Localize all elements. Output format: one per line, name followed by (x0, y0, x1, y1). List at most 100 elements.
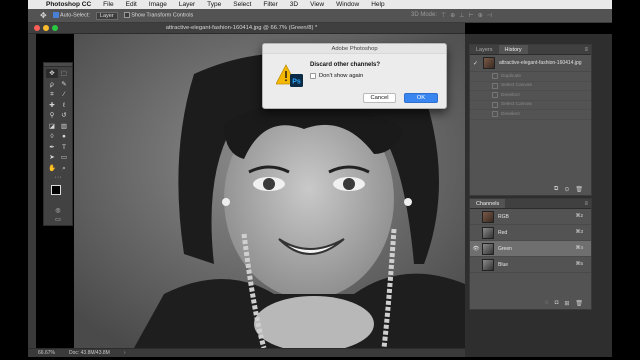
history-brush-tool-icon[interactable]: ↺ (58, 111, 70, 120)
clone-stamp-tool-icon[interactable]: ⚲ (46, 111, 58, 120)
tab-layers[interactable]: Layers (470, 45, 499, 54)
zoom-level[interactable]: 66.67% (38, 350, 55, 356)
align-left-icon[interactable]: ⊢ (469, 12, 474, 19)
pen-tool-icon[interactable]: ✒ (46, 143, 58, 152)
channels-panel: Channels ≡ RGB ⌘2 Red ⌘3 👁 Green ⌘4 Blue ⌘5 ◌ ◘ … (469, 198, 592, 310)
menu-edit[interactable]: Edit (120, 1, 143, 8)
align-top-icon[interactable]: ⊤ (441, 12, 446, 19)
new-snapshot-icon[interactable]: ⊙ (564, 186, 569, 194)
menu-layer[interactable]: Layer (173, 1, 201, 8)
foreground-color-swatch[interactable] (51, 184, 61, 195)
history-step-label: Select Canvas (501, 83, 532, 89)
menu-app-name[interactable]: Photoshop CC (40, 1, 97, 8)
channels-footer: ◌ ◘ ⊞ 🗑 (470, 300, 591, 308)
status-menu-icon[interactable]: › (124, 350, 126, 356)
brush-tool-icon[interactable]: ℓ (58, 101, 70, 110)
panel-menu-icon[interactable]: ≡ (584, 46, 591, 54)
show-transform-checkbox[interactable] (123, 12, 130, 19)
visibility-eye-icon[interactable]: 👁 (472, 246, 480, 252)
channel-row-blue[interactable]: Blue ⌘5 (470, 257, 591, 273)
menu-image[interactable]: Image (143, 1, 173, 8)
auto-select-checkbox[interactable] (52, 12, 59, 19)
history-step-label: Select Canvas (501, 102, 532, 108)
close-window-icon[interactable] (34, 25, 40, 31)
screen-mode-icon[interactable]: ▭ (55, 216, 61, 223)
dont-show-again-label[interactable]: Don't show again (319, 73, 363, 79)
align-hcenter-icon[interactable]: ⊕ (478, 12, 483, 19)
zoom-tool-icon[interactable]: ⌕ (58, 164, 70, 173)
history-step[interactable]: Deselect (470, 91, 591, 101)
history-panel-tabs: Layers History ≡ (470, 45, 591, 55)
crop-tool-icon[interactable]: ⌗ (46, 90, 58, 99)
tab-history[interactable]: History (498, 45, 528, 54)
dock-bottom (465, 348, 612, 357)
gradient-tool-icon[interactable]: ▥ (58, 122, 70, 131)
channel-thumbnail (482, 226, 494, 239)
dont-show-again-checkbox[interactable] (310, 73, 316, 79)
history-steps: Duplicate Select Canvas Deselect Select Can… (470, 72, 591, 120)
channel-shortcut: ⌘5 (575, 262, 583, 267)
more-tools-icon[interactable]: ··· (44, 174, 72, 181)
blur-tool-icon[interactable]: ◊ (46, 132, 58, 141)
minimize-window-icon[interactable] (43, 25, 49, 31)
delete-channel-icon[interactable]: 🗑 (575, 300, 583, 308)
align-bottom-icon[interactable]: ⊥ (459, 12, 464, 19)
new-document-from-state-icon[interactable]: ⧉ (554, 186, 558, 194)
menu-file[interactable]: File (97, 1, 119, 8)
quick-mask-icon[interactable]: ◎ (55, 207, 60, 214)
save-selection-icon[interactable]: ◘ (555, 300, 559, 308)
menu-3d[interactable]: 3D (284, 1, 304, 8)
history-step-label: Deselect (501, 92, 520, 98)
new-channel-icon[interactable]: ⊞ (564, 300, 569, 308)
document-title-bar: attractive-elegant-fashion-160414.jpg @ … (28, 23, 465, 34)
load-selection-icon[interactable]: ◌ (545, 300, 549, 308)
menu-window[interactable]: Window (330, 1, 365, 8)
history-brush-source-icon[interactable]: ✓ (473, 60, 479, 67)
toolbar-bottom: ◎ (44, 207, 72, 214)
dialog-title: Adobe Photoshop (263, 44, 446, 54)
snapshot-name: attractive-elegant-fashion-160414.jpg (499, 60, 582, 66)
channel-name: Blue (498, 261, 509, 268)
channel-row-red[interactable]: Red ⌘3 (470, 225, 591, 241)
history-step-icon (492, 73, 498, 80)
shape-tool-icon[interactable]: ▭ (58, 153, 70, 162)
history-step[interactable]: Deselect (470, 110, 591, 120)
doc-info: Doc: 43.8M/43.8M (68, 350, 110, 356)
move-tool-preset-icon[interactable]: ✥ (40, 11, 47, 20)
healing-brush-tool-icon[interactable]: ✚ (46, 101, 58, 110)
menu-select[interactable]: Select (227, 1, 257, 8)
hand-tool-icon[interactable]: ✋ (46, 164, 58, 173)
channel-shortcut: ⌘3 (575, 230, 583, 235)
eyedropper-tool-icon[interactable]: ⁄ (58, 90, 70, 99)
history-step[interactable]: Select Canvas (470, 82, 591, 91)
channel-thumbnail (482, 210, 494, 223)
history-step[interactable]: Select Canvas (470, 101, 591, 110)
channel-shortcut: ⌘2 (575, 214, 583, 219)
eraser-tool-icon[interactable]: ◪ (46, 122, 58, 131)
lasso-tool-icon[interactable]: ϼ (46, 80, 58, 89)
auto-select-dropdown[interactable]: Layer (95, 11, 118, 20)
channels-menu-icon[interactable]: ≡ (584, 200, 591, 208)
dodge-tool-icon[interactable]: ● (58, 132, 70, 141)
menu-type[interactable]: Type (201, 1, 227, 8)
tab-channels[interactable]: Channels (470, 199, 506, 208)
menu-help[interactable]: Help (365, 1, 390, 8)
align-vcenter-icon[interactable]: ⊕ (450, 12, 455, 19)
align-right-icon[interactable]: ⊣ (487, 12, 492, 19)
history-step[interactable]: Duplicate (470, 72, 591, 82)
history-snapshot[interactable]: ✓ attractive-elegant-fashion-160414.jpg (470, 55, 591, 72)
menu-filter[interactable]: Filter (257, 1, 283, 8)
menu-view[interactable]: View (304, 1, 330, 8)
type-tool-icon[interactable]: T (58, 143, 70, 152)
channel-row-green[interactable]: 👁 Green ⌘4 (470, 241, 591, 257)
quick-select-tool-icon[interactable]: ✎ (58, 80, 70, 89)
history-step-label: Deselect (501, 111, 520, 117)
cancel-button[interactable]: Cancel (363, 93, 396, 103)
channel-row-rgb[interactable]: RGB ⌘2 (470, 209, 591, 225)
ok-button[interactable]: OK (404, 93, 438, 103)
path-select-tool-icon[interactable]: ➤ (46, 153, 58, 162)
delete-state-icon[interactable]: 🗑 (575, 186, 583, 194)
move-tool-icon[interactable]: ✥ (46, 69, 58, 78)
channel-shortcut: ⌘4 (575, 246, 583, 251)
marquee-tool-icon[interactable]: ⬚ (58, 69, 70, 78)
